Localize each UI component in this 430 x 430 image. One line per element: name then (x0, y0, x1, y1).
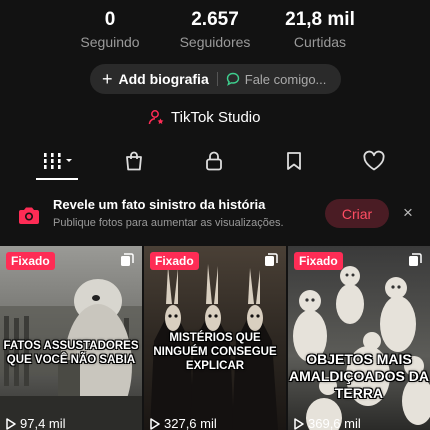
video-thumbnail[interactable]: Fixado FATOS ASSUSTADORES QUE VOCÊ NÃO S… (0, 246, 142, 430)
view-count-label: 97,4 mil (20, 416, 66, 430)
video-caption: FATOS ASSUSTADORES QUE VOCÊ NÃO SABIA (3, 340, 139, 366)
lock-icon (206, 151, 222, 171)
followers-label: Seguidores (179, 34, 251, 50)
pinned-badge: Fixado (294, 252, 343, 270)
add-bio-button[interactable]: + Add biografia (102, 70, 209, 88)
profile-stats: 0 Seguindo 2.657 Seguidores 21,8 mil Cur… (0, 8, 430, 52)
video-caption: OBJETOS MAIS AMALDIÇOADOS DA TERRA (289, 351, 429, 401)
create-button[interactable]: Criar (325, 199, 389, 228)
tab-liked[interactable] (354, 144, 394, 178)
heart-icon (363, 150, 385, 171)
video-caption: MISTÉRIOS QUE NINGUÉM CONSEGUE EXPLICAR (153, 332, 277, 372)
video-thumbnail[interactable]: Fixado OBJETOS MAIS AMALDIÇOADOS DA TERR… (288, 246, 430, 430)
following-label: Seguindo (80, 34, 140, 50)
tab-shop[interactable] (114, 144, 154, 178)
shopping-bag-icon (126, 151, 142, 171)
video-thumbnail[interactable]: Fixado MISTÉRIOS QUE NINGUÉM CONSEGUE EX… (144, 246, 286, 430)
tab-saved[interactable] (274, 144, 314, 178)
view-count: 97,4 mil (6, 416, 66, 430)
thumbnail-image (0, 246, 142, 430)
pinned-badge: Fixado (150, 252, 199, 270)
likes-label: Curtidas (293, 34, 347, 50)
active-tab-indicator (36, 178, 78, 180)
tab-private[interactable] (194, 144, 234, 178)
grid-icon (42, 153, 72, 169)
message-label: Fale comigo... (244, 71, 327, 87)
promo-subtitle: Publique fotos para aumentar as visualiz… (53, 217, 284, 229)
video-grid: Fixado FATOS ASSUSTADORES QUE VOCÊ NÃO S… (0, 246, 430, 430)
thumbnail-image (288, 246, 430, 430)
bookmark-icon (287, 152, 301, 170)
likes-count: 21,8 mil (285, 9, 355, 30)
promo-title: Revele um fato sinistro da história (53, 197, 266, 212)
chat-bubble-icon (226, 72, 239, 86)
camera-icon (19, 207, 39, 224)
close-icon[interactable]: × (400, 204, 416, 221)
likes-stat[interactable]: 21,8 mil Curtidas (260, 8, 380, 51)
studio-user-icon (148, 109, 164, 124)
promo-banner: Revele um fato sinistro da história Publ… (0, 194, 430, 240)
play-icon (6, 417, 16, 430)
profile-tabs (0, 144, 430, 182)
tab-videos[interactable] (37, 144, 77, 178)
bio-pill: + Add biografia Fale comigo... (90, 64, 341, 94)
view-count-label: 327,6 mil (164, 416, 217, 430)
pinned-badge: Fixado (6, 252, 55, 270)
photo-carousel-icon (265, 253, 278, 266)
plus-icon: + (102, 69, 113, 89)
add-bio-label: Add biografia (118, 71, 209, 87)
photo-carousel-icon (121, 253, 134, 266)
view-count: 369,6 mil (294, 416, 361, 430)
tiktok-studio-link[interactable]: TikTok Studio (148, 106, 260, 128)
bio-divider (216, 72, 218, 86)
followers-stat[interactable]: 2.657 Seguidores (155, 8, 275, 51)
view-count-label: 369,6 mil (308, 416, 361, 430)
photo-carousel-icon (409, 253, 422, 266)
following-stat[interactable]: 0 Seguindo (50, 8, 170, 51)
followers-count: 2.657 (191, 9, 239, 30)
play-icon (150, 417, 160, 430)
message-button[interactable]: Fale comigo... (226, 71, 327, 87)
play-icon (294, 417, 304, 430)
studio-label: TikTok Studio (171, 108, 261, 126)
following-count: 0 (104, 9, 116, 30)
view-count: 327,6 mil (150, 416, 217, 430)
